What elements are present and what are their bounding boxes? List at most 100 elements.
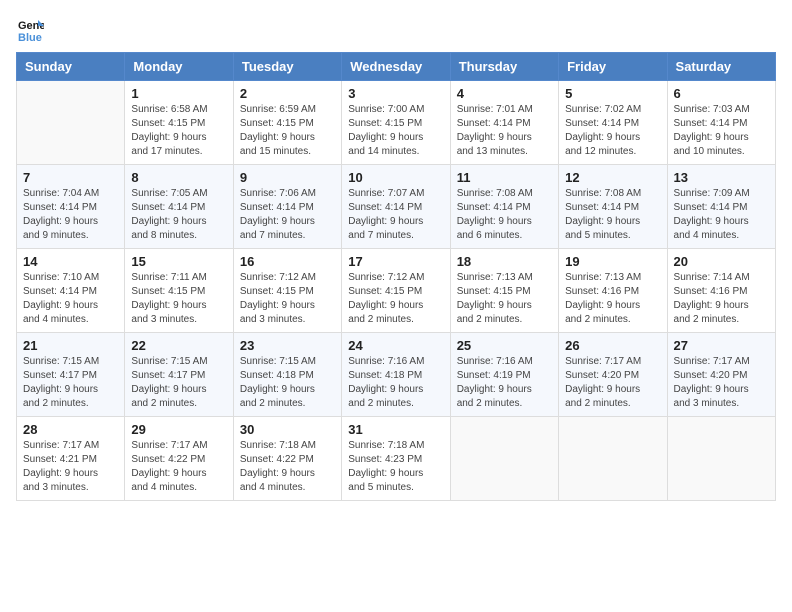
day-info: Sunrise: 7:08 AM Sunset: 4:14 PM Dayligh… [457,187,552,243]
day-info: Sunrise: 7:08 AM Sunset: 4:14 PM Dayligh… [565,187,660,243]
day-number: 22 [131,338,226,353]
day-number: 29 [131,422,226,437]
day-number: 26 [565,338,660,353]
calendar-week-3: 14 Sunrise: 7:10 AM Sunset: 4:14 PM Dayli… [17,249,776,333]
weekday-header-thursday: Thursday [450,53,558,81]
day-info: Sunrise: 7:03 AM Sunset: 4:14 PM Dayligh… [674,103,769,159]
day-number: 9 [240,170,335,185]
day-info: Sunrise: 7:17 AM Sunset: 4:21 PM Dayligh… [23,439,118,495]
weekday-header-wednesday: Wednesday [342,53,450,81]
calendar-cell: 23 Sunrise: 7:15 AM Sunset: 4:18 PM Dayli… [233,333,341,417]
calendar-cell: 18 Sunrise: 7:13 AM Sunset: 4:15 PM Dayli… [450,249,558,333]
calendar-cell: 24 Sunrise: 7:16 AM Sunset: 4:18 PM Dayli… [342,333,450,417]
day-info: Sunrise: 7:11 AM Sunset: 4:15 PM Dayligh… [131,271,226,327]
page-header: General Blue [16,16,776,44]
weekday-header-tuesday: Tuesday [233,53,341,81]
day-number: 1 [131,86,226,101]
calendar-header-row: SundayMondayTuesdayWednesdayThursdayFrid… [17,53,776,81]
day-info: Sunrise: 7:14 AM Sunset: 4:16 PM Dayligh… [674,271,769,327]
day-info: Sunrise: 6:58 AM Sunset: 4:15 PM Dayligh… [131,103,226,159]
day-info: Sunrise: 7:07 AM Sunset: 4:14 PM Dayligh… [348,187,443,243]
day-number: 18 [457,254,552,269]
day-number: 5 [565,86,660,101]
calendar-week-5: 28Sunrise: 7:17 AM Sunset: 4:21 PM Dayli… [17,417,776,501]
day-number: 23 [240,338,335,353]
weekday-header-saturday: Saturday [667,53,775,81]
calendar-week-4: 21 Sunrise: 7:15 AM Sunset: 4:17 PM Dayli… [17,333,776,417]
calendar-cell: 7 Sunrise: 7:04 AM Sunset: 4:14 PM Daylig… [17,165,125,249]
day-number: 8 [131,170,226,185]
day-info: Sunrise: 7:13 AM Sunset: 4:15 PM Dayligh… [457,271,552,327]
day-number: 31 [348,422,443,437]
calendar-cell: 12 Sunrise: 7:08 AM Sunset: 4:14 PM Dayli… [559,165,667,249]
day-info: Sunrise: 7:12 AM Sunset: 4:15 PM Dayligh… [348,271,443,327]
day-info: Sunrise: 7:06 AM Sunset: 4:14 PM Dayligh… [240,187,335,243]
calendar-cell: 27 Sunrise: 7:17 AM Sunset: 4:20 PM Dayli… [667,333,775,417]
day-info: Sunrise: 7:05 AM Sunset: 4:14 PM Dayligh… [131,187,226,243]
calendar-cell: 26 Sunrise: 7:17 AM Sunset: 4:20 PM Dayli… [559,333,667,417]
svg-text:Blue: Blue [18,32,42,44]
day-info: Sunrise: 7:04 AM Sunset: 4:14 PM Dayligh… [23,187,118,243]
calendar-cell: 1 Sunrise: 6:58 AM Sunset: 4:15 PM Daylig… [125,81,233,165]
day-info: Sunrise: 7:18 AM Sunset: 4:22 PM Dayligh… [240,439,335,495]
calendar-cell: 3Sunrise: 7:00 AM Sunset: 4:15 PM Daylig… [342,81,450,165]
day-number: 15 [131,254,226,269]
day-number: 2 [240,86,335,101]
day-number: 27 [674,338,769,353]
calendar-cell: 20 Sunrise: 7:14 AM Sunset: 4:16 PM Dayli… [667,249,775,333]
day-number: 4 [457,86,552,101]
day-number: 6 [674,86,769,101]
calendar-cell: 21 Sunrise: 7:15 AM Sunset: 4:17 PM Dayli… [17,333,125,417]
day-info: Sunrise: 7:15 AM Sunset: 4:17 PM Dayligh… [23,355,118,411]
day-info: Sunrise: 7:00 AM Sunset: 4:15 PM Dayligh… [348,103,443,159]
day-info: Sunrise: 7:13 AM Sunset: 4:16 PM Dayligh… [565,271,660,327]
weekday-header-monday: Monday [125,53,233,81]
calendar-cell [450,417,558,501]
day-number: 24 [348,338,443,353]
day-number: 11 [457,170,552,185]
calendar-cell: 10 Sunrise: 7:07 AM Sunset: 4:14 PM Dayli… [342,165,450,249]
day-number: 20 [674,254,769,269]
day-info: Sunrise: 7:01 AM Sunset: 4:14 PM Dayligh… [457,103,552,159]
calendar-cell: 29 Sunrise: 7:17 AM Sunset: 4:22 PM Dayli… [125,417,233,501]
day-number: 12 [565,170,660,185]
calendar-week-1: 1 Sunrise: 6:58 AM Sunset: 4:15 PM Daylig… [17,81,776,165]
day-number: 19 [565,254,660,269]
calendar-cell: 22 Sunrise: 7:15 AM Sunset: 4:17 PM Dayli… [125,333,233,417]
calendar-cell: 30 Sunrise: 7:18 AM Sunset: 4:22 PM Dayli… [233,417,341,501]
day-info: Sunrise: 7:17 AM Sunset: 4:20 PM Dayligh… [674,355,769,411]
day-info: Sunrise: 7:17 AM Sunset: 4:22 PM Dayligh… [131,439,226,495]
day-info: Sunrise: 7:16 AM Sunset: 4:18 PM Dayligh… [348,355,443,411]
logo: General Blue [16,16,48,44]
day-info: Sunrise: 7:16 AM Sunset: 4:19 PM Dayligh… [457,355,552,411]
day-number: 21 [23,338,118,353]
calendar-week-2: 7 Sunrise: 7:04 AM Sunset: 4:14 PM Daylig… [17,165,776,249]
calendar-cell: 19 Sunrise: 7:13 AM Sunset: 4:16 PM Dayli… [559,249,667,333]
calendar-cell: 17 Sunrise: 7:12 AM Sunset: 4:15 PM Dayli… [342,249,450,333]
calendar-cell: 25 Sunrise: 7:16 AM Sunset: 4:19 PM Dayli… [450,333,558,417]
day-number: 25 [457,338,552,353]
day-number: 16 [240,254,335,269]
day-number: 30 [240,422,335,437]
day-info: Sunrise: 7:17 AM Sunset: 4:20 PM Dayligh… [565,355,660,411]
day-number: 7 [23,170,118,185]
day-number: 10 [348,170,443,185]
day-info: Sunrise: 6:59 AM Sunset: 4:15 PM Dayligh… [240,103,335,159]
calendar-cell: 6 Sunrise: 7:03 AM Sunset: 4:14 PM Daylig… [667,81,775,165]
calendar-cell: 5Sunrise: 7:02 AM Sunset: 4:14 PM Daylig… [559,81,667,165]
weekday-header-sunday: Sunday [17,53,125,81]
calendar-cell [667,417,775,501]
day-info: Sunrise: 7:10 AM Sunset: 4:14 PM Dayligh… [23,271,118,327]
calendar-cell: 9 Sunrise: 7:06 AM Sunset: 4:14 PM Daylig… [233,165,341,249]
calendar-cell: 13Sunrise: 7:09 AM Sunset: 4:14 PM Dayli… [667,165,775,249]
logo-icon: General Blue [16,16,44,44]
day-number: 14 [23,254,118,269]
day-number: 17 [348,254,443,269]
day-info: Sunrise: 7:15 AM Sunset: 4:18 PM Dayligh… [240,355,335,411]
calendar-cell [17,81,125,165]
day-info: Sunrise: 7:15 AM Sunset: 4:17 PM Dayligh… [131,355,226,411]
calendar-cell: 15 Sunrise: 7:11 AM Sunset: 4:15 PM Dayli… [125,249,233,333]
calendar-cell [559,417,667,501]
calendar-cell: 2 Sunrise: 6:59 AM Sunset: 4:15 PM Daylig… [233,81,341,165]
calendar-cell: 14 Sunrise: 7:10 AM Sunset: 4:14 PM Dayli… [17,249,125,333]
